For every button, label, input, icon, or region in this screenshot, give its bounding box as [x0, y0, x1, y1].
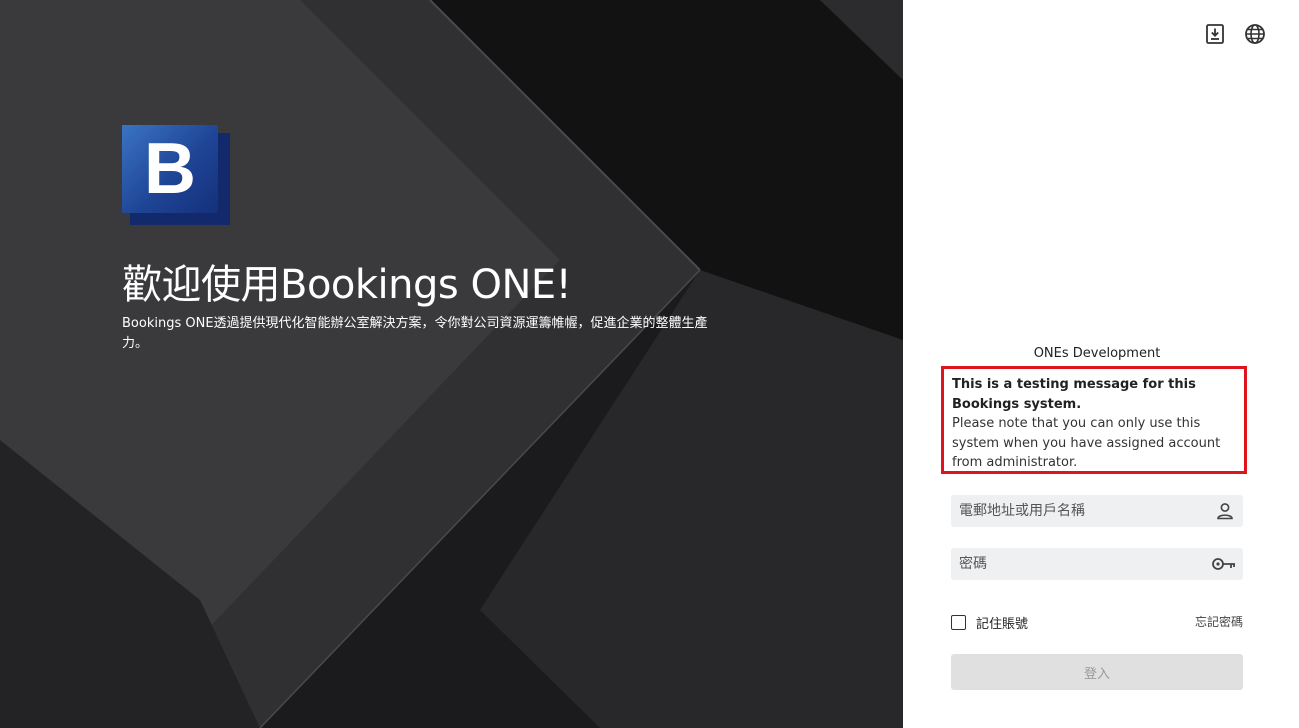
- notice-body: Please note that you can only use this s…: [952, 416, 1221, 470]
- remember-label: 記住賬號: [976, 617, 1029, 632]
- forgot-password-link[interactable]: 忘記密碼: [1195, 613, 1243, 630]
- username-field-wrapper: [951, 495, 1243, 527]
- key-icon[interactable]: [1211, 555, 1237, 577]
- bookings-logo: B: [122, 125, 230, 225]
- notice-box: This is a testing message for this Booki…: [941, 366, 1247, 474]
- password-field-wrapper: [951, 548, 1243, 580]
- remember-checkbox[interactable]: [951, 615, 966, 630]
- remember-account[interactable]: 記住賬號: [951, 613, 1028, 632]
- password-input[interactable]: [951, 548, 1207, 580]
- logo-letter: B: [122, 125, 218, 213]
- intro-text: Bookings ONE透過提供現代化智能辦公室解決方案，令你對公司資源運籌帷幄…: [122, 316, 708, 351]
- welcome-title: 歡迎使用Bookings ONE!: [122, 262, 572, 308]
- username-input[interactable]: [951, 495, 1207, 527]
- download-icon[interactable]: [1203, 22, 1227, 46]
- login-button[interactable]: 登入: [951, 654, 1243, 690]
- user-icon: [1215, 501, 1235, 525]
- notice-title: This is a testing message for this Booki…: [952, 377, 1196, 412]
- globe-icon[interactable]: [1243, 22, 1267, 46]
- environment-label: ONEs Development: [1033, 346, 1161, 361]
- background-pattern: [0, 0, 903, 728]
- login-panel: ONEs Development This is a testing messa…: [903, 0, 1299, 728]
- hero-panel: B 歡迎使用Bookings ONE! Bookings ONE透過提供現代化智…: [0, 0, 903, 728]
